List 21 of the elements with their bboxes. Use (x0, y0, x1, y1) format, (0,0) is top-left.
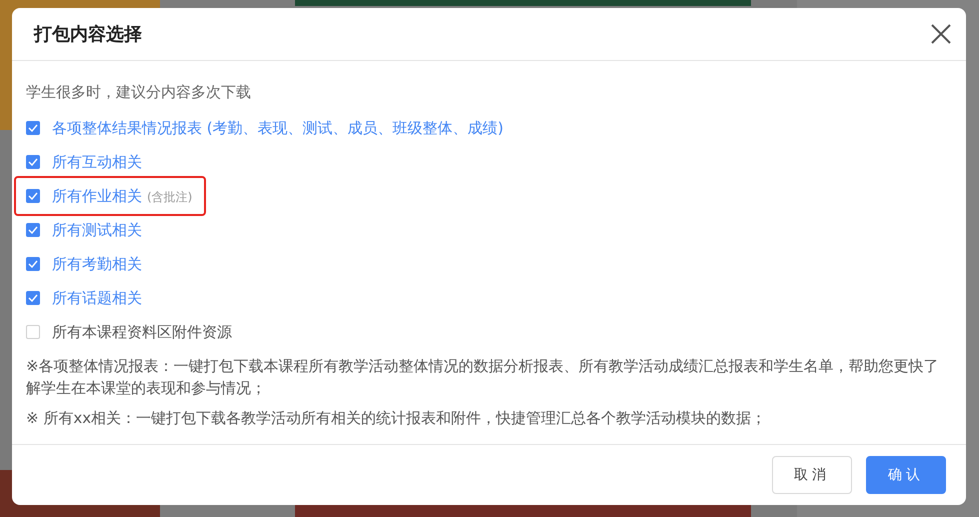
option-label[interactable]: 所有作业相关 (52, 186, 142, 206)
checkbox[interactable] (26, 257, 40, 271)
dialog-title: 打包内容选择 (34, 23, 142, 46)
checkbox[interactable] (26, 291, 40, 305)
option-note: (含批注) (147, 188, 192, 206)
cancel-button[interactable]: 取消 (772, 456, 852, 494)
hint-text: 学生很多时，建议分内容多次下载 (26, 83, 252, 102)
checkbox[interactable] (26, 189, 40, 203)
note-text: ※各项整体情况报表：一键打包下载本课程所有教学活动整体情况的数据分析报表、所有教学活动成绩汇总报表和学生名单，帮助您更快了解学生在本课堂的表现和参与情况； (26, 356, 940, 399)
checkbox[interactable] (26, 121, 40, 135)
option-label[interactable]: 所有话题相关 (52, 288, 142, 308)
option-label[interactable]: 所有互动相关 (52, 152, 142, 172)
checkbox[interactable] (26, 223, 40, 237)
checkbox[interactable] (26, 155, 40, 169)
checkbox[interactable] (26, 325, 40, 339)
option-label[interactable]: 所有考勤相关 (52, 254, 142, 274)
confirm-button[interactable]: 确认 (866, 456, 946, 494)
option-label[interactable]: 所有测试相关 (52, 220, 142, 240)
option-label[interactable]: 各项整体结果情况报表 (考勤、表现、测试、成员、班级整体、成绩) (52, 118, 504, 138)
note-text: ※ 所有xx相关：一键打包下载各教学活动所有相关的统计报表和附件，快捷管理汇总各个教学活动模块的数据； (26, 408, 768, 429)
option-label[interactable]: 所有本课程资料区附件资源 (52, 322, 232, 342)
